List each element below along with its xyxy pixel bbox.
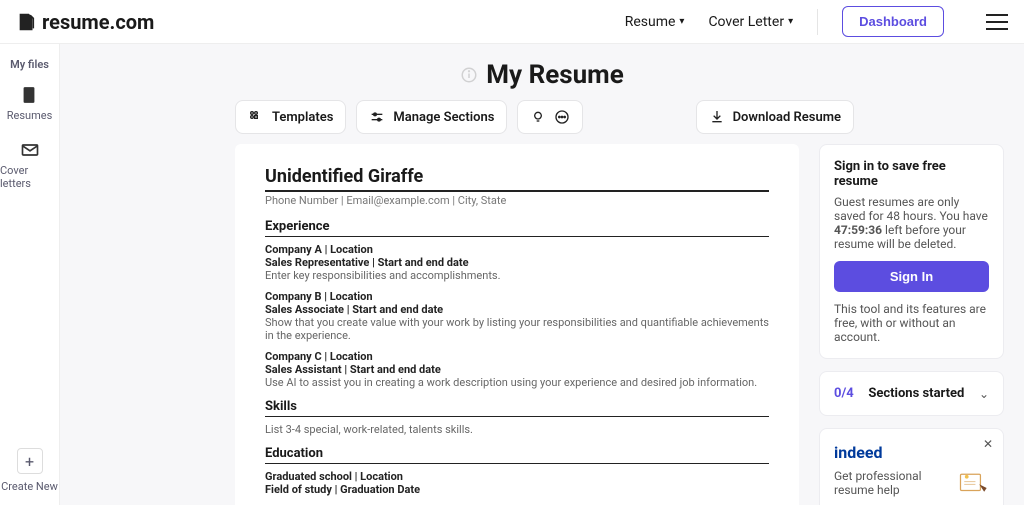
- sections-count: 0/4: [834, 386, 854, 401]
- sidebar-item-cover-letters[interactable]: Cover letters: [0, 140, 59, 190]
- page-title: My Resume: [460, 60, 624, 90]
- sliders-icon: [369, 109, 385, 125]
- experience-entry: Company C | Location Sales Assistant | S…: [265, 350, 769, 389]
- indeed-logo: indeed: [834, 443, 989, 462]
- chevron-down-icon: ⌄: [979, 387, 989, 401]
- experience-entry: Company A | Location Sales Representativ…: [265, 243, 769, 282]
- indeed-text: Get professional resume help: [834, 469, 950, 497]
- sections-label: Sections started: [868, 386, 964, 401]
- download-resume-button[interactable]: Download Resume: [696, 100, 854, 134]
- menu-icon[interactable]: [986, 14, 1008, 30]
- sections-panel[interactable]: 0/4 Sections started ⌄: [819, 371, 1004, 416]
- signin-button[interactable]: Sign In: [834, 261, 989, 292]
- resume-contact: Phone Number | Email@example.com | City,…: [265, 194, 769, 207]
- section-skills: Skills: [265, 399, 769, 417]
- document-icon: [19, 85, 39, 105]
- sidebar-create-new[interactable]: + Create New: [1, 448, 58, 493]
- education-entry: Graduated school | Location Field of stu…: [265, 470, 769, 496]
- section-experience: Experience: [265, 219, 769, 237]
- logo-icon: [16, 11, 38, 33]
- more-icon: [554, 109, 570, 125]
- chevron-down-icon: ▾: [788, 16, 793, 27]
- resume-preview[interactable]: Unidentified Giraffe Phone Number | Emai…: [235, 144, 799, 505]
- download-icon: [709, 109, 725, 125]
- nav-resume[interactable]: Resume ▾: [625, 14, 685, 30]
- signin-panel: Sign in to save free resume Guest resume…: [819, 144, 1004, 359]
- signin-text: Guest resumes are only saved for 48 hour…: [834, 195, 989, 251]
- sidebar-title: My files: [10, 58, 49, 71]
- resume-illustration-icon: [958, 468, 989, 498]
- envelope-icon: [20, 140, 40, 160]
- divider: [817, 9, 818, 35]
- top-nav: Resume ▾ Cover Letter ▾ Dashboard: [625, 6, 1008, 37]
- manage-sections-button[interactable]: Manage Sections: [356, 100, 507, 134]
- templates-button[interactable]: Templates: [235, 100, 346, 134]
- divider: [265, 190, 769, 192]
- top-header: resume.com Resume ▾ Cover Letter ▾ Dashb…: [0, 0, 1024, 44]
- grid-icon: [248, 109, 264, 125]
- tips-button[interactable]: [517, 100, 583, 134]
- countdown: 47:59:36: [834, 223, 882, 237]
- lightbulb-icon: [530, 109, 546, 125]
- signin-footer: This tool and its features are free, wit…: [834, 302, 989, 344]
- resume-name: Unidentified Giraffe: [265, 166, 769, 187]
- plus-icon[interactable]: +: [17, 448, 43, 474]
- skills-desc: List 3-4 special, work-related, talents …: [265, 423, 769, 436]
- section-education: Education: [265, 446, 769, 464]
- info-icon: [460, 66, 478, 84]
- dashboard-button[interactable]: Dashboard: [842, 6, 944, 37]
- left-sidebar: My files Resumes Cover letters + Create …: [0, 44, 60, 505]
- toolbar: Templates Manage Sections Download Resum…: [60, 100, 1024, 144]
- right-column: Sign in to save free resume Guest resume…: [819, 144, 1004, 505]
- chevron-down-icon: ▾: [679, 16, 684, 27]
- nav-cover-letter[interactable]: Cover Letter ▾: [708, 14, 793, 30]
- main-area: My Resume Templates Manage Sections Down…: [60, 44, 1024, 505]
- indeed-panel: ✕ indeed Get professional resume help Re…: [819, 428, 1004, 505]
- logo[interactable]: resume.com: [16, 10, 154, 34]
- sidebar-item-resumes[interactable]: Resumes: [7, 85, 53, 122]
- close-icon[interactable]: ✕: [983, 437, 993, 451]
- experience-entry: Company B | Location Sales Associate | S…: [265, 290, 769, 342]
- signin-title: Sign in to save free resume: [834, 159, 989, 189]
- logo-text: resume.com: [42, 10, 154, 34]
